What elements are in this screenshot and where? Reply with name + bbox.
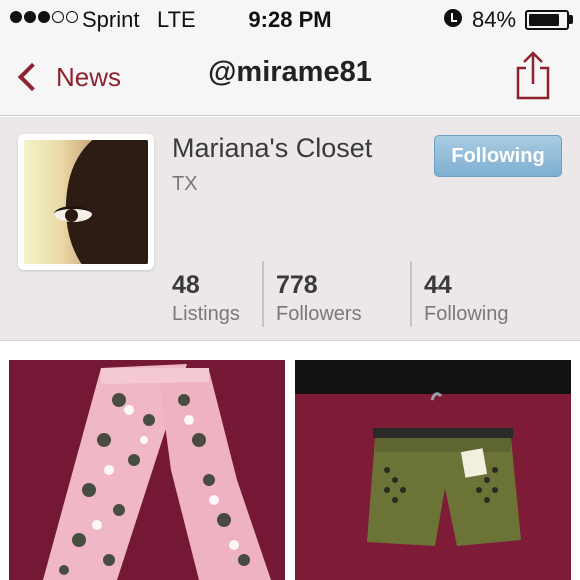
stat-label: Listings (172, 303, 240, 325)
stat-count: 44 (424, 271, 452, 299)
closet-name: Mariana's Closet (172, 133, 373, 163)
share-icon (516, 51, 550, 100)
share-button[interactable] (513, 50, 553, 100)
stat-count: 778 (276, 271, 318, 299)
avatar-hair (48, 140, 148, 264)
avatar[interactable] (18, 134, 154, 270)
listing-photo (9, 360, 285, 580)
stat-divider (262, 261, 264, 327)
avatar-photo (24, 140, 148, 264)
battery-icon (525, 10, 569, 30)
profile-header: Mariana's Closet TX Following 48 Listing… (0, 117, 580, 341)
following-button[interactable]: Following (434, 135, 562, 177)
stat-label: Following (424, 303, 509, 325)
avatar-eye (54, 206, 92, 222)
battery-percent: 84% (472, 7, 517, 32)
stat-divider (410, 261, 412, 327)
battery-cap (569, 15, 573, 24)
stat-listings[interactable]: 48 Listings (172, 261, 240, 329)
listing-tile-olive-shorts[interactable] (295, 360, 571, 580)
stat-following[interactable]: 44 Following (424, 261, 508, 329)
profile-stats: 48 Listings 778 Followers 44 Following (160, 261, 580, 329)
location: TX (172, 173, 198, 195)
alarm-icon (444, 9, 462, 27)
listings-grid (0, 342, 580, 580)
stat-followers[interactable]: 778 Followers (276, 261, 362, 329)
stat-count: 48 (172, 271, 200, 299)
status-bar: Sprint LTE 9:28 PM 84% (0, 0, 580, 38)
battery-level (529, 14, 560, 26)
listing-tile-floral-pants[interactable] (9, 360, 285, 580)
stat-label: Followers (276, 303, 362, 325)
listing-photo (295, 360, 571, 580)
navigation-bar: News @mirame81 (0, 38, 580, 116)
page-title: @mirame81 (208, 56, 372, 88)
